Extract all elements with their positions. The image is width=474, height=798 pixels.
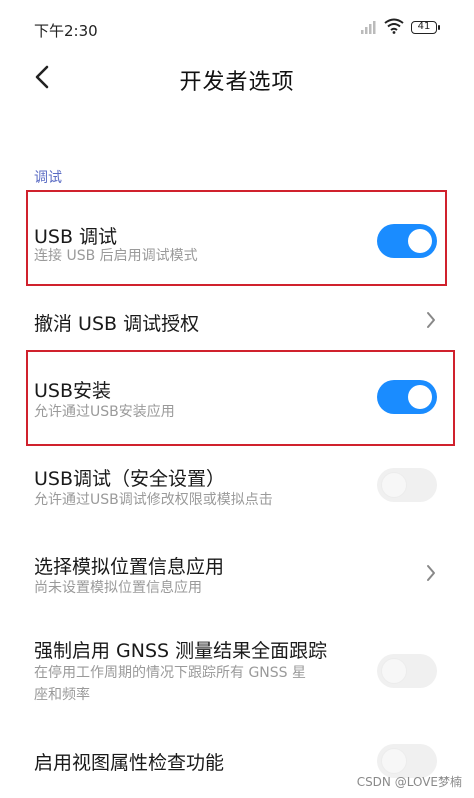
setting-usb-debug-security[interactable]: USB调试（安全设置） 允许通过USB调试修改权限或模拟点击 bbox=[0, 460, 474, 520]
setting-revoke-usb-auth[interactable]: 撤消 USB 调试授权 bbox=[0, 300, 474, 340]
usb-install-toggle[interactable] bbox=[377, 380, 437, 414]
setting-subtitle: 允许通过USB安装应用 bbox=[34, 404, 175, 420]
setting-title: USB调试（安全设置） bbox=[34, 468, 226, 490]
watermark: CSDN @LOVE梦楠 bbox=[356, 775, 462, 789]
setting-force-gnss[interactable]: 强制启用 GNSS 测量结果全面跟踪 在停用工作周期的情况下跟踪所有 GNSS … bbox=[0, 632, 474, 712]
section-label-debug: 调试 bbox=[34, 170, 62, 186]
toggle-knob bbox=[382, 749, 406, 773]
chevron-right-icon bbox=[427, 312, 435, 328]
page-title: 开发者选项 bbox=[179, 70, 295, 95]
toggle-knob bbox=[382, 473, 406, 497]
wifi-icon bbox=[384, 18, 404, 34]
chevron-right-icon bbox=[427, 565, 435, 581]
toggle-knob bbox=[408, 385, 432, 409]
force-gnss-toggle[interactable] bbox=[377, 654, 437, 688]
setting-subtitle: 允许通过USB调试修改权限或模拟点击 bbox=[34, 492, 273, 508]
toggle-knob bbox=[382, 659, 406, 683]
setting-usb-debugging[interactable]: USB 调试 连接 USB 后启用调试模式 bbox=[0, 210, 474, 270]
setting-title: 启用视图属性检查功能 bbox=[34, 752, 225, 774]
setting-usb-install[interactable]: USB安装 允许通过USB安装应用 bbox=[0, 370, 474, 430]
toggle-knob bbox=[408, 229, 432, 253]
setting-title: 强制启用 GNSS 测量结果全面跟踪 bbox=[34, 640, 328, 662]
battery-icon: 41 bbox=[411, 21, 440, 34]
setting-title: USB安装 bbox=[34, 380, 112, 402]
status-time: 下午2:30 bbox=[34, 22, 98, 40]
status-bar: 下午2:30 41 bbox=[0, 0, 474, 40]
setting-title: 撤消 USB 调试授权 bbox=[34, 313, 200, 335]
setting-subtitle: 尚未设置模拟位置信息应用 bbox=[34, 580, 202, 596]
signal-icon bbox=[361, 21, 376, 34]
setting-title: USB 调试 bbox=[34, 226, 118, 248]
setting-title: 选择模拟位置信息应用 bbox=[34, 556, 225, 578]
usb-debugging-toggle[interactable] bbox=[377, 224, 437, 258]
setting-subtitle: 连接 USB 后启用调试模式 bbox=[34, 248, 198, 264]
setting-mock-location-app[interactable]: 选择模拟位置信息应用 尚未设置模拟位置信息应用 bbox=[0, 548, 474, 608]
setting-subtitle-line2: 座和频率 bbox=[34, 687, 90, 703]
setting-subtitle-line1: 在停用工作周期的情况下跟踪所有 GNSS 星 bbox=[34, 665, 306, 681]
app-header: 开发者选项 bbox=[0, 48, 474, 104]
usb-debug-security-toggle[interactable] bbox=[377, 468, 437, 502]
